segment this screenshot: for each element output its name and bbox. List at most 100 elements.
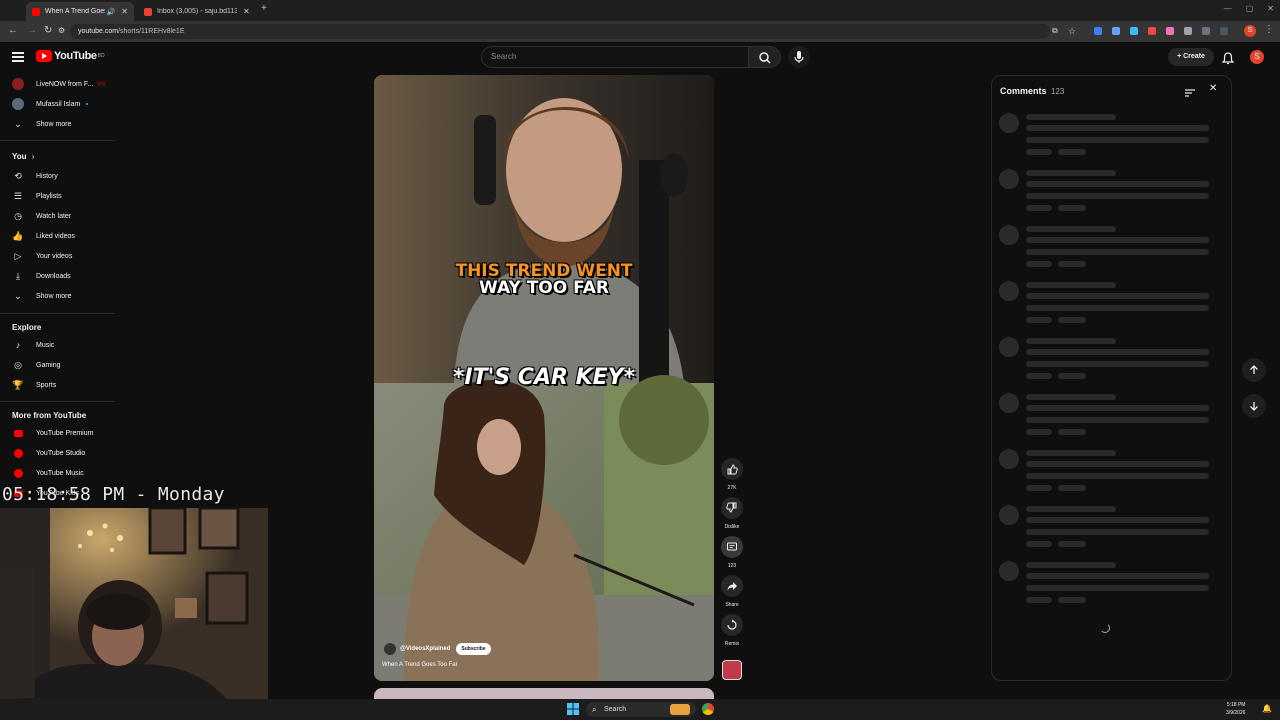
search-button[interactable]	[749, 46, 781, 68]
sidebar-show-more[interactable]: ⌄ Show more	[12, 117, 71, 131]
sidebar-item-watch-later[interactable]: ◷ Watch later	[12, 209, 71, 223]
sidebar-item-yt-music[interactable]: YouTube Music	[12, 466, 84, 480]
taskbar-clock[interactable]: 5:18 PM 3/9/2026	[1226, 701, 1245, 717]
short-title[interactable]: When A Trend Goes Too Far	[382, 662, 458, 668]
back-icon[interactable]: ←	[8, 25, 18, 36]
next-short-button[interactable]	[1242, 394, 1266, 418]
skeleton-line	[1026, 517, 1209, 523]
extension-icon[interactable]	[1112, 27, 1120, 35]
music-icon: ♪	[15, 340, 21, 350]
close-comments-icon[interactable]: ✕	[1209, 83, 1217, 94]
sidebar-item-music[interactable]: ♪ Music	[12, 338, 55, 352]
skeleton-line	[1026, 170, 1116, 176]
search-input[interactable]: Search	[481, 46, 749, 68]
extension-icon[interactable]	[1094, 27, 1102, 35]
share-button[interactable]: Share	[721, 575, 743, 608]
dislike-button[interactable]: Dislike	[721, 497, 743, 530]
maximize-icon[interactable]: ▢	[1246, 4, 1254, 13]
reload-icon[interactable]: ↻	[44, 25, 52, 36]
notification-icon[interactable]: 🔔	[1262, 704, 1272, 713]
extension-icon[interactable]	[1184, 27, 1192, 35]
url-path: /shorts/11REHv8le1E	[118, 28, 185, 35]
hamburger-menu-icon[interactable]	[12, 52, 24, 62]
skeleton-line	[1026, 193, 1209, 199]
taskbar-search[interactable]: ⌕ Search	[586, 702, 696, 717]
remix-button[interactable]: Remix	[721, 614, 743, 647]
chrome-icon[interactable]	[702, 703, 714, 715]
sidebar-item-label: YouTube Premium	[36, 429, 94, 437]
browser-menu-icon[interactable]: ⋮	[1264, 24, 1274, 35]
skeleton-avatar	[999, 505, 1019, 525]
share-icon	[727, 582, 737, 591]
close-window-icon[interactable]: ✕	[1267, 4, 1274, 13]
close-tab-icon[interactable]: ✕	[243, 7, 250, 16]
sidebar-item-yt-premium[interactable]: YouTube Premium	[12, 426, 93, 440]
sidebar-item-liked-videos[interactable]: 👍 Liked videos	[12, 229, 75, 243]
tab-title: When A Trend Goes Too Fa	[45, 8, 105, 15]
comments-panel: Comments 123 ✕	[991, 75, 1232, 681]
sidebar-show-more[interactable]: ⌄ Show more	[12, 289, 71, 303]
sort-button[interactable]	[1184, 85, 1196, 103]
extensions-menu-icon[interactable]	[1202, 27, 1210, 35]
site-info-icon[interactable]: ⚙	[58, 26, 65, 35]
create-label: Create	[1183, 53, 1205, 60]
audio-thumbnail[interactable]	[722, 660, 742, 680]
dislike-label: Dislike	[724, 524, 740, 530]
sidebar-item-sports[interactable]: 🏆 Sports	[12, 378, 56, 392]
install-app-icon[interactable]: ⧉	[1052, 26, 1058, 36]
sidebar-item-playlists[interactable]: ☰ Playlists	[12, 189, 62, 203]
skeleton-avatar	[999, 113, 1019, 133]
browser-toolbar: ← → ↻ ⚙ youtube.com/shorts/11REHv8le1E ⧉…	[0, 21, 1280, 42]
extension-icon[interactable]	[1166, 27, 1174, 35]
browser-tab-gmail[interactable]: Inbox (3,005) - saju.bd113@gm ✕	[138, 2, 256, 21]
new-tab-button[interactable]: +	[261, 3, 267, 14]
profile-avatar[interactable]: S	[1244, 25, 1256, 37]
sidebar-item-downloads[interactable]: ⤓ Downloads	[12, 269, 71, 283]
liked-icon: 👍	[12, 230, 24, 241]
sidebar-item-label: LiveNOW from F...	[36, 80, 94, 88]
extension-icon[interactable]	[1130, 27, 1138, 35]
sidepanel-icon[interactable]	[1220, 27, 1228, 35]
thumbs-up-icon	[727, 464, 738, 475]
sidebar-item-history[interactable]: ⟲ History	[12, 169, 58, 183]
subscribe-button[interactable]: Subscribe	[456, 643, 491, 655]
address-bar[interactable]: youtube.com/shorts/11REHv8le1E	[70, 24, 1050, 39]
shorts-video-player[interactable]: THIS TREND WENT WAY TOO FAR *IT'S CAR KE…	[374, 75, 714, 681]
forward-icon[interactable]: →	[27, 25, 37, 36]
youtube-logo[interactable]: YouTube BD	[36, 50, 105, 62]
sidebar-item-label: Watch later	[36, 212, 72, 220]
arrow-up-icon	[1250, 365, 1258, 374]
notifications-button[interactable]	[1221, 51, 1235, 70]
create-button[interactable]: + Create	[1168, 48, 1214, 66]
skeleton-line	[1026, 137, 1209, 143]
arrow-down-icon	[1250, 402, 1258, 411]
speaker-icon[interactable]: 🔊	[107, 8, 116, 16]
sidebar-item-yt-studio[interactable]: YouTube Studio	[12, 446, 85, 460]
sidebar-item-subscription[interactable]: LiveNOW from F... ((•))	[12, 77, 106, 91]
sidebar-explore-heading: Explore	[12, 323, 42, 332]
minimize-icon[interactable]: —	[1224, 4, 1232, 13]
channel-handle[interactable]: @VideosXplained	[400, 646, 450, 652]
extension-icon[interactable]	[1148, 27, 1156, 35]
windows-start-icon[interactable]	[567, 703, 579, 715]
sidebar-item-gaming[interactable]: ◎ Gaming	[12, 358, 60, 372]
window-controls: — ▢ ✕	[1224, 4, 1274, 13]
channel-row: @VideosXplained Subscribe	[384, 643, 491, 655]
channel-avatar[interactable]	[384, 643, 396, 655]
sidebar-item-subscription[interactable]: Mufassil Islam	[12, 97, 89, 111]
previous-short-button[interactable]	[1242, 358, 1266, 382]
sidebar-item-your-videos[interactable]: ▷ Your videos	[12, 249, 73, 263]
browser-tab-bar: When A Trend Goes Too Fa 🔊 ✕ Inbox (3,00…	[0, 0, 1280, 21]
skeleton-line	[1058, 205, 1086, 211]
skeleton-line	[1026, 305, 1209, 311]
account-avatar[interactable]: S	[1250, 50, 1264, 64]
sidebar-you-heading[interactable]: You ›	[12, 152, 34, 161]
comments-title-text: Comments	[1000, 86, 1047, 96]
voice-search-button[interactable]	[788, 46, 810, 68]
like-button[interactable]: 27K	[721, 458, 743, 491]
close-tab-icon[interactable]: ✕	[121, 7, 128, 16]
comments-button[interactable]: 123	[721, 536, 743, 569]
trophy-icon: 🏆	[12, 379, 24, 390]
browser-tab-youtube[interactable]: When A Trend Goes Too Fa 🔊 ✕	[26, 2, 134, 21]
bookmark-star-icon[interactable]: ☆	[1068, 26, 1076, 37]
